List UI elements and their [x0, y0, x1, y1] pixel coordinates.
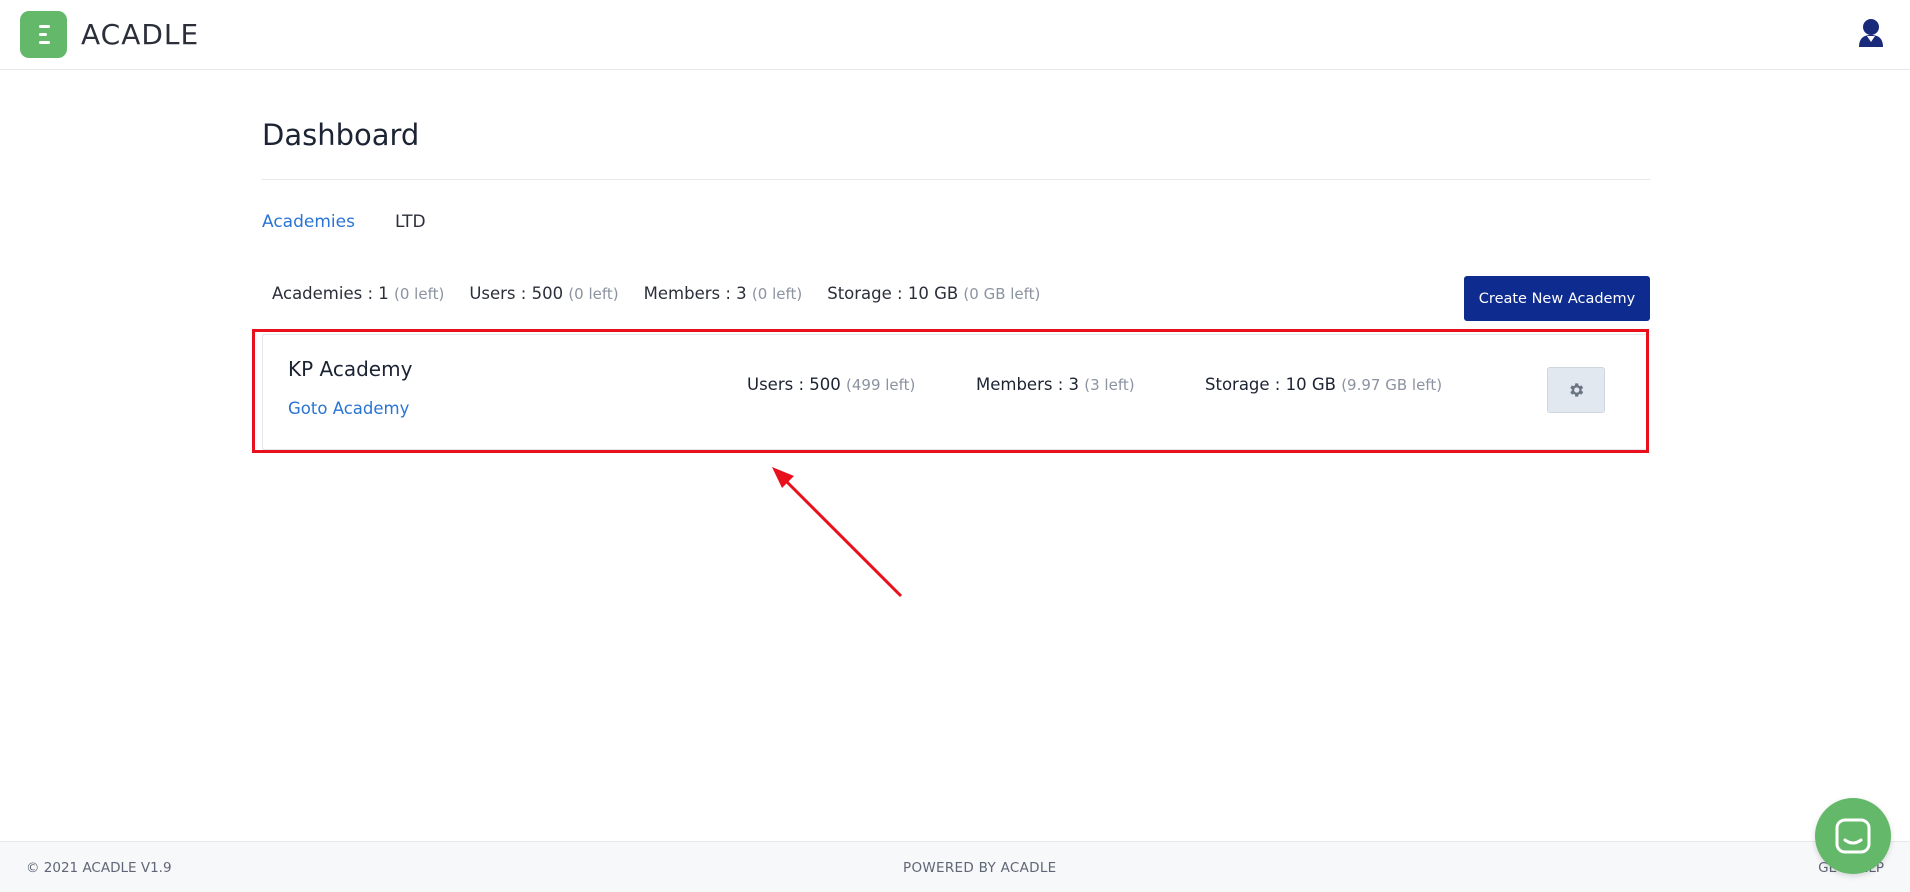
top-bar: ACADLE: [0, 0, 1910, 70]
annotation-arrow-icon: [772, 467, 903, 598]
summary-academies: Academies : 1 (0 left): [272, 284, 445, 303]
summary-users: Users : 500 (0 left): [469, 284, 619, 303]
summary-members: Members : 3 (0 left): [643, 284, 803, 303]
chat-icon: [1835, 818, 1871, 854]
goto-academy-link[interactable]: Goto Academy: [288, 399, 409, 418]
footer: © 2021 ACADLE V1.9 POWERED BY ACADLE GET…: [0, 841, 1910, 892]
acadle-logo[interactable]: ACADLE: [20, 11, 199, 58]
gear-icon: [1570, 383, 1584, 397]
tab-academies[interactable]: Academies: [262, 212, 355, 232]
chat-support-button[interactable]: [1815, 798, 1891, 874]
academy-members-stat: Members : 3 (3 left): [976, 375, 1135, 394]
academy-settings-button[interactable]: [1547, 367, 1605, 413]
footer-powered-by: POWERED BY ACADLE: [903, 860, 1057, 876]
academy-card: KP Academy Goto Academy Users : 500 (499…: [262, 334, 1648, 450]
academy-storage-stat: Storage : 10 GB (9.97 GB left): [1205, 375, 1443, 394]
logo-mark-icon: [20, 11, 67, 58]
academy-users-stat: Users : 500 (499 left): [747, 375, 916, 394]
footer-copyright: © 2021 ACADLE V1.9: [26, 860, 172, 876]
plan-summary: Academies : 1 (0 left) Users : 500 (0 le…: [272, 284, 1040, 303]
title-divider: [262, 179, 1650, 180]
user-icon[interactable]: [1858, 18, 1884, 48]
summary-storage: Storage : 10 GB (0 GB left): [827, 284, 1041, 303]
academy-name: KP Academy: [288, 357, 413, 381]
tab-bar: Academies LTD: [262, 212, 426, 232]
create-new-academy-button[interactable]: Create New Academy: [1464, 276, 1650, 321]
tab-ltd[interactable]: LTD: [395, 212, 426, 232]
logo-text: ACADLE: [81, 18, 200, 51]
page-title: Dashboard: [262, 118, 420, 152]
